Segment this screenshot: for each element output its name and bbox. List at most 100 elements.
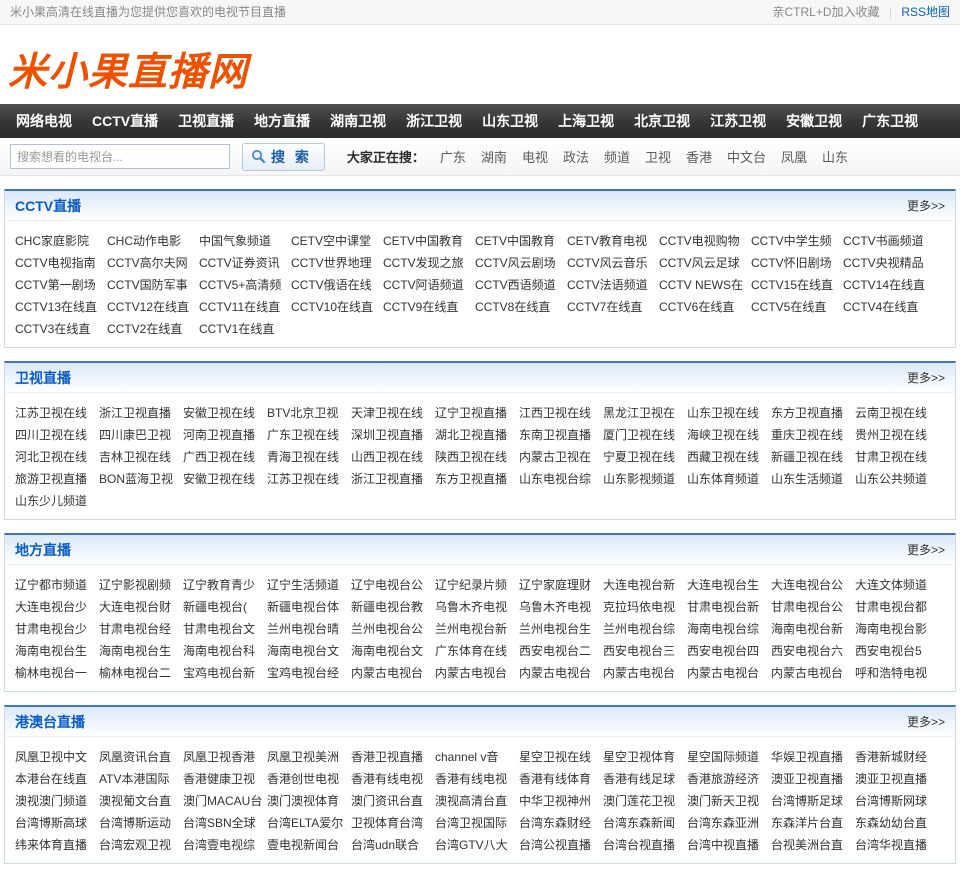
- channel-link[interactable]: CHC动作电影: [107, 234, 181, 248]
- channel-link[interactable]: 辽宁电视台公: [351, 578, 423, 592]
- hot-search-link[interactable]: 中文台: [727, 150, 766, 165]
- channel-link[interactable]: CCTV11在线直: [199, 300, 280, 314]
- channel-link[interactable]: CCTV央视精品: [843, 256, 924, 270]
- channel-link[interactable]: CETV空中课堂: [291, 234, 371, 248]
- channel-link[interactable]: CCTV发现之旅: [383, 256, 464, 270]
- channel-link[interactable]: 香港创世电视: [267, 772, 339, 786]
- channel-link[interactable]: CCTV5+高清频: [199, 278, 281, 292]
- channel-link[interactable]: 海南电视台文: [351, 644, 423, 658]
- channel-link[interactable]: CCTV电视购物: [659, 234, 740, 248]
- channel-link[interactable]: 台湾东森新闻: [603, 816, 675, 830]
- channel-link[interactable]: 广西卫视在线: [183, 450, 255, 464]
- nav-item[interactable]: 山东卫视: [472, 104, 548, 138]
- channel-link[interactable]: CCTV法语频道: [567, 278, 648, 292]
- channel-link[interactable]: CETV教育电视: [567, 234, 647, 248]
- channel-link[interactable]: 榆林电视台一: [15, 666, 87, 680]
- channel-link[interactable]: 深圳卫视直播: [351, 428, 423, 442]
- channel-link[interactable]: 乌鲁木齐电视: [435, 600, 507, 614]
- channel-link[interactable]: 兰州电视台综: [603, 622, 675, 636]
- nav-item[interactable]: 湖南卫视: [320, 104, 396, 138]
- nav-item[interactable]: 地方直播: [244, 104, 320, 138]
- channel-link[interactable]: CCTV12在线直: [107, 300, 189, 314]
- hot-search-link[interactable]: 湖南: [481, 150, 507, 165]
- channel-link[interactable]: CCTV中学生频: [751, 234, 832, 248]
- channel-link[interactable]: 浙江卫视直播: [99, 406, 171, 420]
- hot-search-link[interactable]: 凤凰: [781, 150, 807, 165]
- channel-link[interactable]: 台湾GTV八大: [435, 838, 508, 852]
- channel-link[interactable]: CCTV第一剧场: [15, 278, 96, 292]
- channel-link[interactable]: BTV北京卫视: [267, 406, 338, 420]
- channel-link[interactable]: 广东卫视在线: [267, 428, 339, 442]
- channel-link[interactable]: 辽宁生活频道: [267, 578, 339, 592]
- channel-link[interactable]: 东南卫视直播: [519, 428, 591, 442]
- channel-link[interactable]: CCTV国防军事: [107, 278, 188, 292]
- channel-link[interactable]: 东方卫视直播: [771, 406, 843, 420]
- channel-link[interactable]: 本港台在线直: [15, 772, 87, 786]
- channel-link[interactable]: 海南电视台文: [267, 644, 339, 658]
- channel-link[interactable]: 星空卫视体育: [603, 750, 675, 764]
- channel-link[interactable]: 甘肃电视台文: [183, 622, 255, 636]
- channel-link[interactable]: 台湾SBN全球: [183, 816, 256, 830]
- nav-item[interactable]: CCTV直播: [82, 104, 168, 138]
- channel-link[interactable]: 内蒙古电视台: [435, 666, 507, 680]
- channel-link[interactable]: 凤凰卫视美洲: [267, 750, 339, 764]
- channel-link[interactable]: CCTV风云音乐: [567, 256, 648, 270]
- channel-link[interactable]: 凤凰资讯台直: [99, 750, 171, 764]
- channel-link[interactable]: CCTV俄语在线: [291, 278, 372, 292]
- hot-search-link[interactable]: 频道: [604, 150, 630, 165]
- channel-link[interactable]: 四川卫视在线: [15, 428, 87, 442]
- channel-link[interactable]: 香港旅游经济: [687, 772, 759, 786]
- nav-item[interactable]: 卫视直播: [168, 104, 244, 138]
- channel-link[interactable]: 山东影视频道: [603, 472, 675, 486]
- channel-link[interactable]: 青海卫视在线: [267, 450, 339, 464]
- channel-link[interactable]: 甘肃电视台都: [855, 600, 927, 614]
- channel-link[interactable]: channel v音: [435, 750, 498, 764]
- channel-link[interactable]: 乌鲁木齐电视: [519, 600, 591, 614]
- channel-link[interactable]: 台湾中视直播: [687, 838, 759, 852]
- channel-link[interactable]: CCTV风云足球: [659, 256, 740, 270]
- channel-link[interactable]: 甘肃电视台经: [99, 622, 171, 636]
- hot-search-link[interactable]: 电视: [522, 150, 548, 165]
- channel-link[interactable]: 海南电视台生: [99, 644, 171, 658]
- channel-link[interactable]: 台湾udn联合: [351, 838, 419, 852]
- channel-link[interactable]: CCTV书画频道: [843, 234, 924, 248]
- channel-link[interactable]: 卫视体育台湾: [351, 816, 423, 830]
- channel-link[interactable]: 兰州电视台公: [351, 622, 423, 636]
- channel-link[interactable]: 海南电视台影: [855, 622, 927, 636]
- channel-link[interactable]: 辽宁家庭理财: [519, 578, 591, 592]
- channel-link[interactable]: 华娱卫视直播: [771, 750, 843, 764]
- channel-link[interactable]: 星空国际频道: [687, 750, 759, 764]
- channel-link[interactable]: 安徽卫视在线: [183, 472, 255, 486]
- site-logo[interactable]: 米小果直播网: [0, 25, 248, 97]
- channel-link[interactable]: 澳门MACAU台: [183, 794, 262, 808]
- channel-link[interactable]: 榆林电视台二: [99, 666, 171, 680]
- hot-search-link[interactable]: 广东: [440, 150, 466, 165]
- search-button[interactable]: 搜 索: [242, 142, 325, 171]
- channel-link[interactable]: 澳视高清台直: [435, 794, 507, 808]
- channel-link[interactable]: 辽宁影视剧频: [99, 578, 171, 592]
- channel-link[interactable]: 兰州电视台晴: [267, 622, 339, 636]
- nav-item[interactable]: 江苏卫视: [700, 104, 776, 138]
- channel-link[interactable]: 大连电视台新: [603, 578, 675, 592]
- channel-link[interactable]: 黑龙江卫视在: [603, 406, 675, 420]
- channel-link[interactable]: CETV中国教育: [383, 234, 463, 248]
- channel-link[interactable]: CCTV4在线直: [843, 300, 918, 314]
- channel-link[interactable]: 西安电视台5: [855, 644, 922, 658]
- channel-link[interactable]: CCTV5在线直: [751, 300, 826, 314]
- more-link[interactable]: 更多>>: [907, 363, 945, 393]
- channel-link[interactable]: 香港健康卫视: [183, 772, 255, 786]
- nav-item[interactable]: 北京卫视: [624, 104, 700, 138]
- channel-link[interactable]: 新疆电视台教: [351, 600, 423, 614]
- channel-link[interactable]: 甘肃电视台少: [15, 622, 87, 636]
- channel-link[interactable]: 兰州电视台生: [519, 622, 591, 636]
- add-favorite-link[interactable]: 亲CTRL+D加入收藏: [772, 5, 879, 19]
- channel-link[interactable]: 海南电视台综: [687, 622, 759, 636]
- channel-link[interactable]: 香港有线足球: [603, 772, 675, 786]
- channel-link[interactable]: 山西卫视在线: [351, 450, 423, 464]
- channel-link[interactable]: 澳门澳视体育: [267, 794, 339, 808]
- channel-link[interactable]: CCTV3在线直: [15, 322, 90, 336]
- channel-link[interactable]: CCTV1在线直: [199, 322, 274, 336]
- channel-link[interactable]: 内蒙古电视台: [519, 666, 591, 680]
- channel-link[interactable]: 重庆卫视在线: [771, 428, 843, 442]
- search-input[interactable]: [10, 144, 230, 169]
